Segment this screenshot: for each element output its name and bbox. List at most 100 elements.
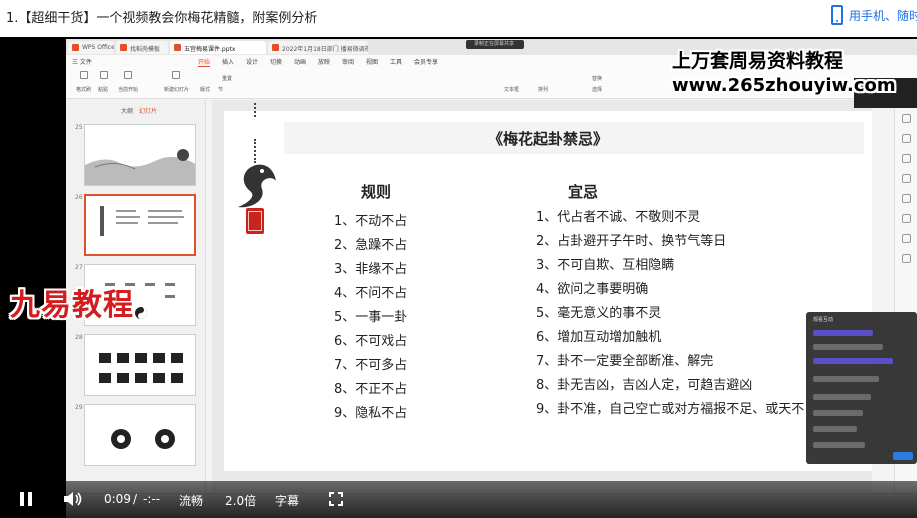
ribbon-start[interactable]: 当前开始 (118, 86, 138, 93)
rule-item: 6、不可戏占 (334, 334, 408, 349)
menu-animation[interactable]: 动画 (294, 57, 306, 66)
chat-send-button[interactable] (893, 452, 913, 460)
play-icon[interactable] (124, 71, 132, 79)
rule-item: 5、一事一卦 (334, 310, 408, 325)
tool-icon[interactable] (902, 114, 911, 123)
thumb-line (148, 216, 184, 218)
thumb-line (116, 210, 136, 212)
ribbon-reset[interactable]: 重置 (222, 75, 232, 82)
slide-thumbnail[interactable] (84, 404, 196, 466)
ribbon-layout[interactable]: 版式 (200, 86, 210, 93)
speed-button[interactable]: 2.0倍 (225, 492, 256, 509)
ribbon-new-slide[interactable]: 新建幻灯片 (164, 86, 189, 93)
watermark-text: 上万套周易资料教程 (672, 50, 844, 72)
rule-item: 9、隐私不占 (334, 406, 408, 421)
chat-message (813, 410, 863, 416)
menu-home[interactable]: 开始 (198, 57, 211, 67)
live-chat-panel: 观看互动 (806, 312, 917, 464)
menu-tools[interactable]: 工具 (390, 57, 402, 66)
ribbon-replace[interactable]: 替换 (592, 75, 602, 82)
menu-slideshow[interactable]: 放映 (318, 57, 330, 66)
menu-transition[interactable]: 切换 (270, 57, 282, 66)
slide-title: 《梅花起卦禁忌》 (487, 130, 608, 148)
ribbon-section[interactable]: 节 (218, 86, 223, 93)
tab-outline[interactable]: 大纲 (121, 108, 133, 115)
subtitle-button[interactable]: 字幕 (275, 492, 299, 509)
taboo-item: 2、占卦避开子午时、换节气等日 (536, 234, 727, 249)
ribbon-textbox[interactable]: 文本框 (504, 86, 519, 93)
mountain-ink-art (85, 149, 195, 185)
thumb-line (148, 222, 178, 224)
current-time: 0:09 (104, 492, 131, 506)
paste-icon[interactable] (100, 71, 108, 79)
rule-item: 3、非缘不占 (334, 262, 408, 277)
rule-item: 7、不可多占 (334, 358, 408, 373)
ribbon-arrange[interactable]: 排列 (538, 86, 548, 93)
ribbon-format-painter[interactable]: 格式刷 (76, 86, 91, 93)
video-player[interactable]: WPS Office 找稻壳模板 五宫梅易课件.pptx 2022年1月18日部… (0, 37, 917, 518)
slide-number: 28 (75, 334, 83, 341)
taboo-item: 1、代占者不诚、不敬则不灵 (536, 210, 701, 225)
dragon-ink-icon (238, 164, 276, 208)
rules-header: 规则 (361, 183, 392, 201)
menu-member[interactable]: 会员专享 (414, 57, 438, 66)
tool-icon[interactable] (902, 254, 911, 263)
player-controls: 0:09 / -:-- 流畅 2.0倍 字幕 (0, 481, 917, 518)
rule-item: 2、急躁不占 (334, 238, 408, 253)
thumb-line (116, 216, 140, 218)
new-slide-icon[interactable] (172, 71, 180, 79)
brand-watermark: 九易教程 (10, 288, 134, 323)
taboo-item: 4、欲问之事要明确 (536, 282, 649, 297)
menu-design[interactable]: 设计 (246, 57, 258, 66)
chat-message (813, 426, 857, 432)
volume-icon[interactable] (63, 491, 83, 507)
tool-icon[interactable] (902, 174, 911, 183)
ribbon-paste[interactable]: 粘贴 (98, 86, 108, 93)
thumb-line (116, 222, 138, 224)
chat-title: 观看互动 (813, 317, 834, 323)
tool-icon[interactable] (902, 154, 911, 163)
mobile-link[interactable]: 用手机、随时 (849, 7, 917, 24)
slide[interactable]: 《梅花起卦禁忌》 规则 宜忌 1、不动不占 2、急躁不占 3、非缘不占 4、不问… (224, 103, 872, 471)
menu-review[interactable]: 审阅 (342, 57, 354, 66)
pause-icon[interactable] (20, 492, 32, 506)
tool-icon[interactable] (902, 214, 911, 223)
chat-message (813, 330, 873, 336)
wps-tab[interactable]: WPS Office (68, 41, 114, 54)
fullscreen-icon[interactable] (329, 492, 343, 506)
tool-icon[interactable] (902, 234, 911, 243)
phone-icon[interactable] (831, 5, 843, 25)
ribbon-select[interactable]: 选择 (592, 86, 602, 93)
menu-insert[interactable]: 插入 (222, 57, 234, 66)
trigram-blocks-art (99, 353, 183, 383)
bagua-diagram-art (111, 429, 175, 449)
slide-number: 29 (75, 404, 83, 411)
format-painter-icon[interactable] (80, 71, 88, 79)
slide-thumbnail-selected[interactable] (84, 194, 196, 256)
slide-number: 26 (75, 194, 83, 201)
chat-message (813, 394, 871, 400)
taboos-header: 宜忌 (568, 183, 599, 201)
menu-file[interactable]: 三 文件 (72, 57, 92, 66)
taboo-item: 5、毫无意义的事不灵 (536, 306, 662, 321)
chat-message (813, 344, 883, 350)
wps-tab[interactable]: 找稻壳模板 (116, 41, 168, 54)
screen-share-badge: 录制正在屏幕共享 (466, 40, 524, 49)
wps-tab-active[interactable]: 五宫梅易课件.pptx (170, 41, 266, 54)
recorded-screen: WPS Office 找稻壳模板 五宫梅易课件.pptx 2022年1月18日部… (66, 39, 917, 518)
rule-item: 8、不正不占 (334, 382, 408, 397)
total-time: -:-- (143, 492, 161, 506)
tool-icon[interactable] (902, 194, 911, 203)
quality-button[interactable]: 流畅 (179, 492, 203, 509)
slide-thumbnail[interactable] (84, 334, 196, 396)
chat-message (813, 358, 893, 364)
chat-message (813, 376, 879, 382)
rule-item: 4、不问不占 (334, 286, 408, 301)
taboo-item: 6、增加互动增加触机 (536, 330, 662, 345)
tool-icon[interactable] (902, 134, 911, 143)
tab-slides[interactable]: 幻灯片 (139, 108, 157, 115)
slide-thumbnail[interactable] (84, 124, 196, 186)
wps-tab[interactable]: 2022年1月18日部门 播易微调视频 ... (268, 41, 368, 54)
thumbnail-tabs: 大纲 幻灯片 (121, 106, 157, 115)
menu-view[interactable]: 视图 (366, 57, 378, 66)
